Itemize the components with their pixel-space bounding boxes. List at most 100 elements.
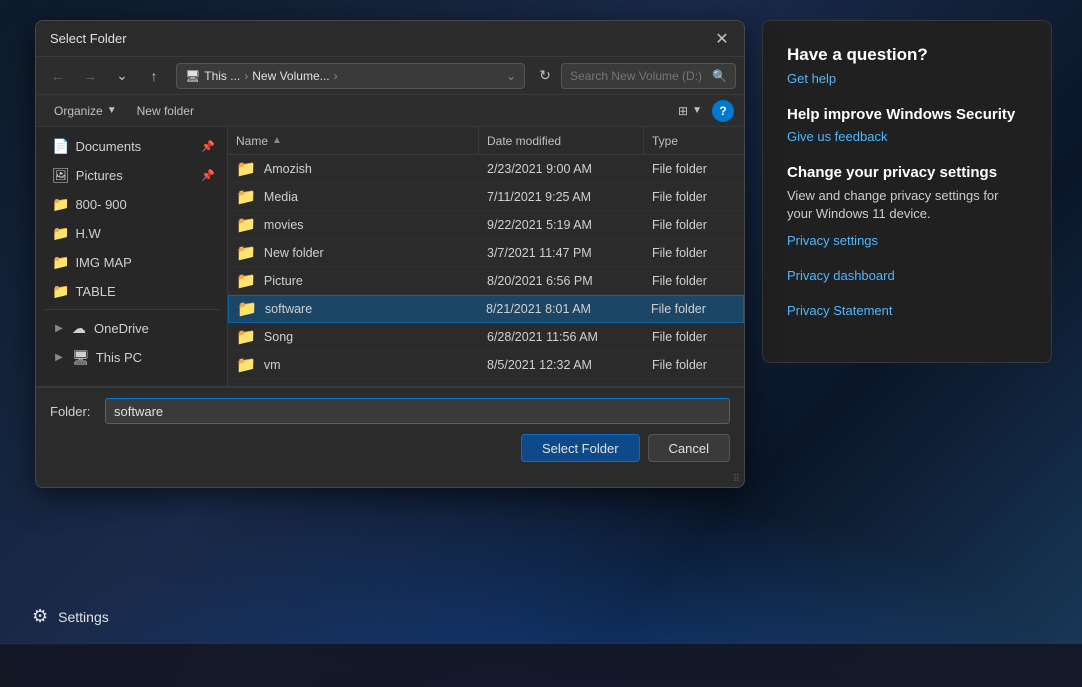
view-options-button[interactable]: ⊞ ▼ bbox=[670, 99, 710, 123]
file-name: movies bbox=[264, 218, 304, 232]
folder-icon: 📁 bbox=[236, 327, 256, 347]
file-pane: Name ▲ Date modified Type 📁 Amozish 2/23… bbox=[228, 127, 744, 386]
privacy-dashboard-link[interactable]: Privacy dashboard bbox=[787, 268, 1027, 283]
recent-locations-button[interactable]: ⌄ bbox=[108, 62, 136, 90]
column-name-header[interactable]: Name ▲ bbox=[228, 127, 479, 154]
new-folder-button[interactable]: New folder bbox=[129, 99, 202, 123]
settings-label: Settings bbox=[58, 609, 109, 625]
documents-label: Documents bbox=[75, 139, 141, 154]
file-name: Amozish bbox=[264, 162, 312, 176]
column-date-header[interactable]: Date modified bbox=[479, 127, 644, 154]
organize-label: Organize bbox=[54, 104, 103, 118]
onedrive-label: OneDrive bbox=[94, 321, 149, 336]
dialog-actions: Select Folder Cancel bbox=[50, 434, 730, 462]
folder-table-label: TABLE bbox=[75, 284, 115, 299]
new-folder-label: New folder bbox=[137, 104, 194, 118]
address-icon: 🖥 bbox=[185, 69, 200, 83]
grid-view-icon: ⊞ bbox=[678, 104, 688, 118]
forward-button[interactable]: → bbox=[76, 62, 104, 90]
table-row[interactable]: 📁 vm 8/5/2021 12:32 AM File folder bbox=[228, 351, 744, 379]
nav-item-hw[interactable]: 📁 H.W bbox=[40, 219, 223, 247]
table-row[interactable]: 📁 movies 9/22/2021 5:19 AM File folder bbox=[228, 211, 744, 239]
main-content: 📄 Documents 📌 🖼 Pictures 📌 📁 800- 900 📁 … bbox=[36, 127, 744, 387]
folder-table-icon: 📁 bbox=[52, 283, 69, 300]
address-part2: New Volume... bbox=[252, 69, 329, 83]
pictures-icon: 🖼 bbox=[52, 167, 70, 184]
column-type-header[interactable]: Type bbox=[644, 127, 744, 154]
organize-chevron-icon: ▼ bbox=[107, 105, 117, 116]
question-heading: Have a question? bbox=[787, 45, 1027, 65]
file-date-cell: 9/22/2021 5:19 AM bbox=[479, 211, 644, 238]
table-row[interactable]: 📁 Media 7/11/2021 9:25 AM File folder bbox=[228, 183, 744, 211]
file-name-cell: 📁 Media bbox=[228, 183, 479, 210]
table-row[interactable]: 📁 Picture 8/20/2021 6:56 PM File folder bbox=[228, 267, 744, 295]
dialog-title: Select Folder bbox=[50, 31, 700, 46]
security-panel: Have a question? Get help Help improve W… bbox=[762, 20, 1052, 363]
file-date-cell: 6/28/2021 11:56 AM bbox=[479, 323, 644, 350]
file-name-cell: 📁 software bbox=[229, 296, 478, 322]
nav-item-thispc[interactable]: ▶ 🖥 This PC bbox=[40, 343, 223, 371]
file-type-cell: File folder bbox=[644, 211, 744, 238]
onedrive-icon: ☁ bbox=[72, 320, 88, 337]
nav-item-documents[interactable]: 📄 Documents 📌 bbox=[40, 132, 223, 160]
feedback-link[interactable]: Give us feedback bbox=[787, 129, 1027, 144]
privacy-statement-link[interactable]: Privacy Statement bbox=[787, 303, 1027, 318]
folder-icon: 📁 bbox=[236, 355, 256, 375]
folder-800-label: 800- 900 bbox=[75, 197, 126, 212]
navigation-toolbar: ← → ⌄ ↑ 🖥 This ... › New Volume... › ⌄ ↻… bbox=[36, 57, 744, 95]
nav-item-800-900[interactable]: 📁 800- 900 bbox=[40, 190, 223, 218]
file-type-cell: File folder bbox=[643, 296, 743, 322]
thispc-icon: 🖥 bbox=[72, 349, 90, 366]
privacy-heading: Change your privacy settings bbox=[787, 164, 1027, 181]
pictures-label: Pictures bbox=[76, 168, 123, 183]
table-row[interactable]: 📁 Song 6/28/2021 11:56 AM File folder bbox=[228, 323, 744, 351]
privacy-settings-link[interactable]: Privacy settings bbox=[787, 233, 1027, 248]
organize-button[interactable]: Organize ▼ bbox=[46, 99, 125, 123]
file-name-cell: 📁 vm bbox=[228, 351, 479, 378]
address-dropdown-icon[interactable]: ⌄ bbox=[506, 69, 516, 83]
bottom-section: Folder: Select Folder Cancel bbox=[36, 387, 744, 472]
cancel-button[interactable]: Cancel bbox=[648, 434, 730, 462]
get-help-link[interactable]: Get help bbox=[787, 71, 1027, 86]
documents-icon: 📄 bbox=[52, 138, 69, 155]
table-row[interactable]: 📁 Amozish 2/23/2021 9:00 AM File folder bbox=[228, 155, 744, 183]
back-button[interactable]: ← bbox=[44, 62, 72, 90]
folder-icon: 📁 bbox=[236, 243, 256, 263]
file-name: Song bbox=[264, 330, 293, 344]
close-button[interactable]: ✕ bbox=[708, 25, 736, 53]
gear-icon: ⚙ bbox=[32, 606, 48, 627]
taskbar bbox=[0, 643, 1082, 687]
col-name-label: Name bbox=[236, 134, 268, 148]
nav-divider bbox=[44, 309, 219, 310]
refresh-button[interactable]: ↻ bbox=[533, 64, 557, 88]
folder-icon: 📁 bbox=[237, 299, 257, 319]
nav-item-imgmap[interactable]: 📁 IMG MAP bbox=[40, 248, 223, 276]
help-button[interactable]: ? bbox=[712, 100, 734, 122]
view-chevron-icon: ▼ bbox=[692, 105, 702, 116]
folder-row: Folder: bbox=[50, 398, 730, 424]
resize-handle[interactable]: ⠿ bbox=[36, 472, 744, 487]
file-name-cell: 📁 Amozish bbox=[228, 155, 479, 182]
onedrive-toggle-icon: ▶ bbox=[52, 321, 66, 335]
search-box: 🔍 bbox=[561, 63, 736, 89]
table-row[interactable]: 📁 New folder 3/7/2021 11:47 PM File fold… bbox=[228, 239, 744, 267]
nav-item-table[interactable]: 📁 TABLE bbox=[40, 277, 223, 305]
address-bar[interactable]: 🖥 This ... › New Volume... › ⌄ bbox=[176, 63, 525, 89]
file-name-cell: 📁 Song bbox=[228, 323, 479, 350]
folder-800-icon: 📁 bbox=[52, 196, 69, 213]
table-row[interactable]: 📁 software 8/21/2021 8:01 AM File folder bbox=[228, 295, 744, 323]
col-type-label: Type bbox=[652, 134, 678, 148]
file-type-cell: File folder bbox=[644, 183, 744, 210]
file-name: Picture bbox=[264, 274, 303, 288]
folder-input[interactable] bbox=[105, 398, 730, 424]
file-date-cell: 2/23/2021 9:00 AM bbox=[479, 155, 644, 182]
nav-item-onedrive[interactable]: ▶ ☁ OneDrive bbox=[40, 314, 223, 342]
folder-icon: 📁 bbox=[236, 159, 256, 179]
search-input[interactable] bbox=[570, 69, 706, 83]
select-folder-button[interactable]: Select Folder bbox=[521, 434, 640, 462]
file-name-cell: 📁 movies bbox=[228, 211, 479, 238]
sort-arrow-icon: ▲ bbox=[272, 135, 282, 146]
nav-item-pictures[interactable]: 🖼 Pictures 📌 bbox=[40, 161, 223, 189]
settings-item[interactable]: ⚙ Settings bbox=[20, 598, 121, 635]
up-button[interactable]: ↑ bbox=[140, 62, 168, 90]
